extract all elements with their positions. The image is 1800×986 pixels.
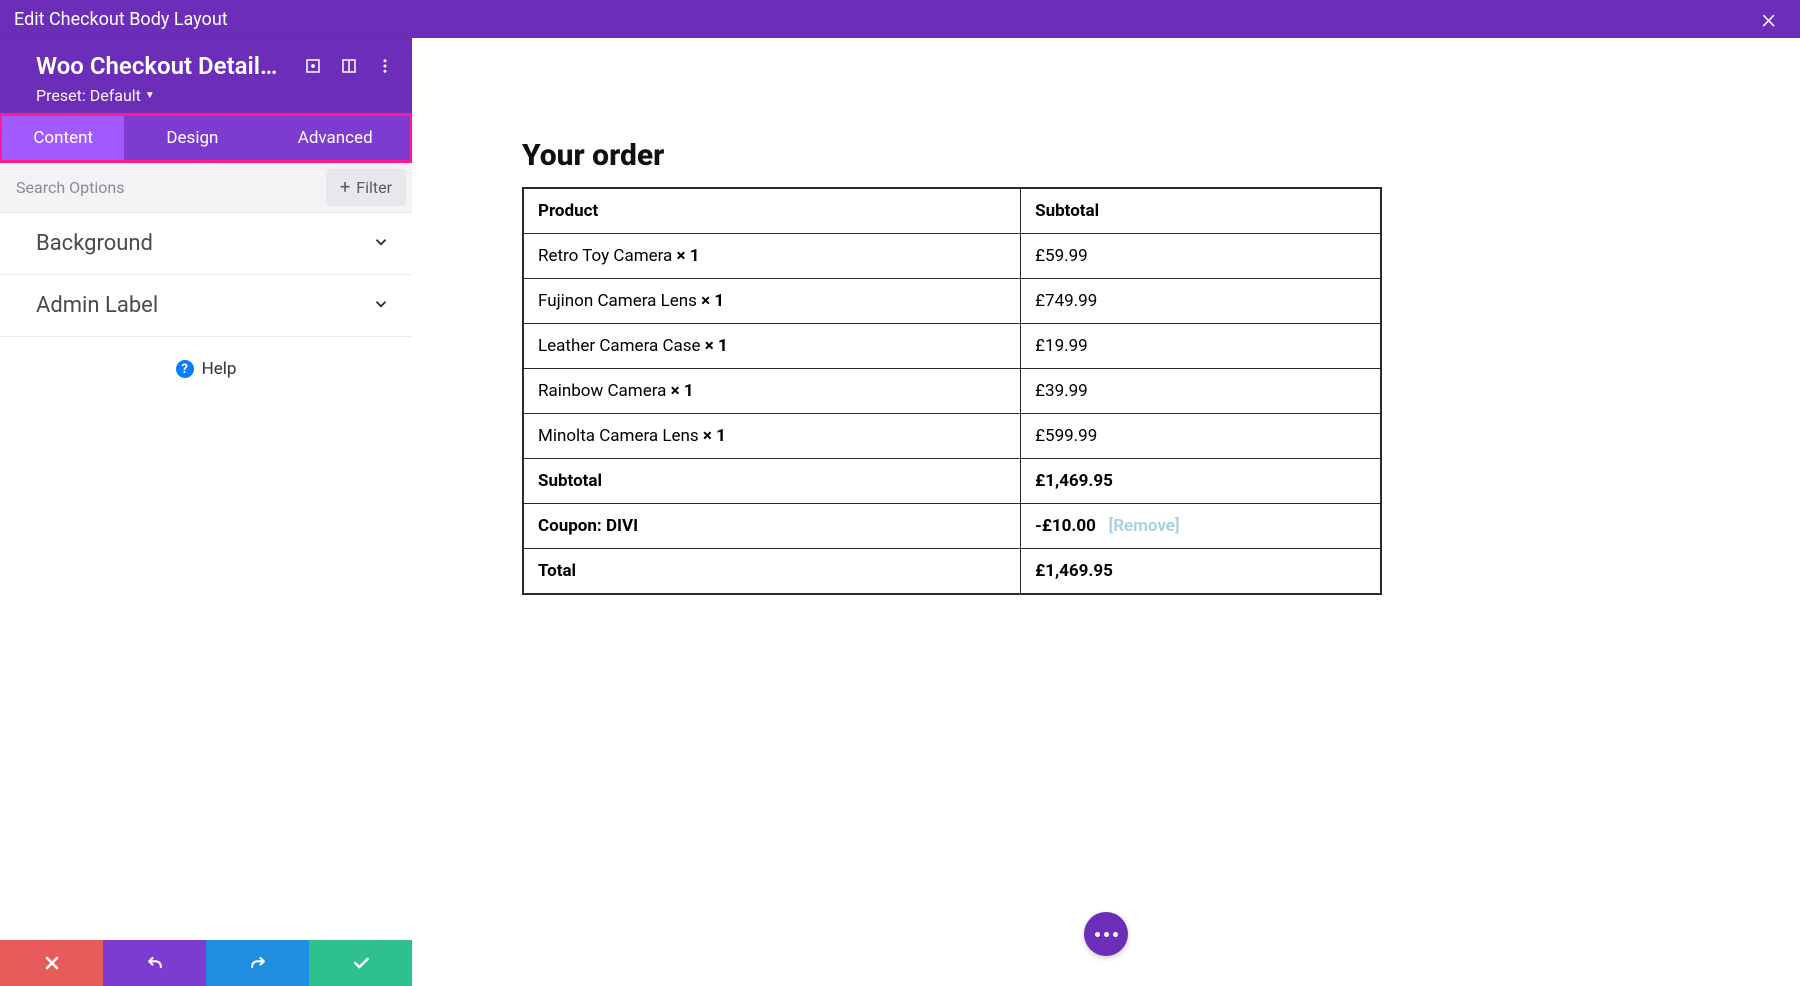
fab-more-button[interactable]: [1084, 912, 1128, 956]
order-block: Your order Product Subtotal Retro Toy Ca…: [522, 138, 1382, 595]
product-name: Retro Toy Camera: [538, 246, 677, 266]
product-name: Minolta Camera Lens: [538, 426, 703, 446]
order-table: Product Subtotal Retro Toy Camera × 1£59…: [522, 187, 1382, 595]
product-name: Fujinon Camera Lens: [538, 291, 701, 311]
table-row: Rainbow Camera × 1£39.99: [523, 369, 1381, 414]
preset-value: Default: [90, 86, 141, 105]
product-price: £19.99: [1021, 324, 1381, 369]
expand-icon[interactable]: [304, 55, 322, 77]
remove-coupon-link[interactable]: [Remove]: [1109, 516, 1180, 536]
product-price: £599.99: [1021, 414, 1381, 459]
titlebar-label: Edit Checkout Body Layout: [14, 9, 228, 30]
subtotal-label: Subtotal: [523, 459, 1021, 504]
total-value: £1,469.95: [1021, 549, 1381, 595]
product-price: £39.99: [1021, 369, 1381, 414]
search-row: + Filter: [0, 163, 412, 213]
panel-title: Woo Checkout Details Setti…: [36, 52, 286, 80]
product-qty: × 1: [677, 246, 700, 266]
undo-button[interactable]: [103, 940, 206, 986]
tab-design[interactable]: Design: [124, 116, 260, 160]
product-price: £749.99: [1021, 279, 1381, 324]
filter-button[interactable]: + Filter: [326, 169, 406, 206]
product-price: £59.99: [1021, 234, 1381, 279]
chevron-down-icon: [372, 233, 390, 255]
subtotal-value: £1,469.95: [1021, 459, 1381, 504]
product-cell: Fujinon Camera Lens × 1: [523, 279, 1021, 324]
filter-label: Filter: [356, 178, 392, 197]
product-cell: Leather Camera Case × 1: [523, 324, 1021, 369]
coupon-value: -£10.00: [1035, 516, 1096, 536]
table-row: Fujinon Camera Lens × 1£749.99: [523, 279, 1381, 324]
search-input[interactable]: [0, 164, 326, 211]
coupon-label: Coupon: DIVI: [523, 504, 1021, 549]
accordion-label: Admin Label: [36, 293, 158, 318]
redo-button[interactable]: [206, 940, 309, 986]
table-row: Retro Toy Camera × 1£59.99: [523, 234, 1381, 279]
more-icon[interactable]: [376, 55, 394, 77]
help-label: Help: [202, 359, 237, 379]
product-qty: × 1: [703, 426, 726, 446]
help-row[interactable]: ? Help: [0, 337, 412, 401]
th-subtotal: Subtotal: [1021, 188, 1381, 234]
tabs: Content Design Advanced: [2, 116, 410, 160]
product-name: Leather Camera Case: [538, 336, 705, 356]
cancel-button[interactable]: [0, 940, 103, 986]
product-qty: × 1: [701, 291, 724, 311]
product-name: Rainbow Camera: [538, 381, 671, 401]
panel-header: Woo Checkout Details Setti… Preset: Defa…: [0, 38, 412, 113]
product-cell: Minolta Camera Lens × 1: [523, 414, 1021, 459]
titlebar: Edit Checkout Body Layout ×: [0, 0, 1800, 38]
total-label: Total: [523, 549, 1021, 595]
accordion-label: Background: [36, 231, 153, 256]
product-cell: Retro Toy Camera × 1: [523, 234, 1021, 279]
product-qty: × 1: [671, 381, 694, 401]
dots-icon: [1095, 932, 1118, 937]
app-body: Woo Checkout Details Setti… Preset: Defa…: [0, 38, 1800, 986]
product-cell: Rainbow Camera × 1: [523, 369, 1021, 414]
plus-icon: +: [340, 179, 350, 197]
settings-sidebar: Woo Checkout Details Setti… Preset: Defa…: [0, 38, 412, 986]
table-row: Leather Camera Case × 1£19.99: [523, 324, 1381, 369]
tab-content[interactable]: Content: [2, 116, 124, 160]
tab-advanced[interactable]: Advanced: [260, 116, 410, 160]
bottom-bar: [0, 940, 412, 986]
preview-canvas: Your order Product Subtotal Retro Toy Ca…: [412, 38, 1800, 986]
chevron-down-icon: [372, 295, 390, 317]
accordion-admin-label[interactable]: Admin Label: [0, 275, 412, 337]
preset-prefix: Preset:: [36, 86, 86, 105]
table-row: Minolta Camera Lens × 1£599.99: [523, 414, 1381, 459]
coupon-cell: -£10.00 [Remove]: [1021, 504, 1381, 549]
accordion-background[interactable]: Background: [0, 213, 412, 275]
product-qty: × 1: [705, 336, 728, 356]
caret-down-icon: ▼: [145, 90, 155, 101]
responsive-icon[interactable]: [340, 55, 358, 77]
close-icon[interactable]: ×: [1761, 5, 1786, 33]
tabs-highlight: Content Design Advanced: [0, 113, 413, 163]
help-icon: ?: [176, 360, 194, 378]
th-product: Product: [523, 188, 1021, 234]
preset-selector[interactable]: Preset: Default ▼: [36, 86, 155, 105]
save-button[interactable]: [309, 940, 412, 986]
order-title: Your order: [522, 138, 1382, 173]
